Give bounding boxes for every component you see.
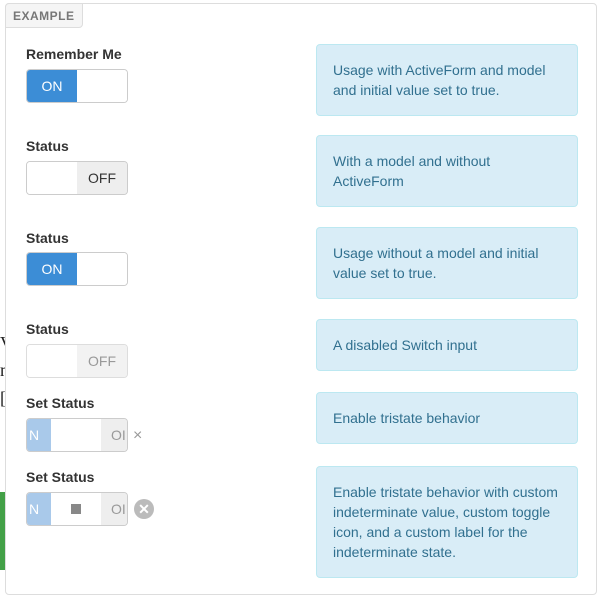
tristate-custom-switch[interactable]: N OI bbox=[26, 492, 128, 526]
tristate-switch[interactable]: N OI bbox=[26, 418, 128, 452]
close-circle-icon[interactable]: ✕ bbox=[134, 499, 154, 519]
note-no-model: Usage without a model and initial value … bbox=[316, 227, 578, 299]
switch-handle bbox=[51, 419, 101, 451]
disabled-status-switch: OFF bbox=[26, 344, 128, 378]
switch-handle bbox=[51, 493, 101, 525]
switch-off-segment: OI bbox=[101, 419, 127, 451]
stop-square-icon bbox=[71, 504, 81, 514]
switch-on-segment: N bbox=[27, 419, 53, 451]
switch-on-segment: ON bbox=[27, 253, 77, 285]
switch-on-segment: ON bbox=[27, 70, 77, 102]
switch-on-segment: N bbox=[27, 493, 53, 525]
remember-me-label: Remember Me bbox=[26, 46, 122, 62]
note-tristate-custom: Enable tristate behavior with custom ind… bbox=[316, 466, 578, 578]
example-tag: EXAMPLE bbox=[5, 3, 83, 28]
switch-handle bbox=[77, 70, 127, 102]
note-disabled-switch: A disabled Switch input bbox=[316, 319, 578, 371]
example-panel: EXAMPLE Remember Me ON Usage with Active… bbox=[5, 3, 597, 595]
switch-off-segment: OI bbox=[101, 493, 127, 525]
switch-handle bbox=[77, 253, 127, 285]
switch-handle bbox=[27, 162, 77, 194]
status-label: Status bbox=[26, 321, 69, 337]
switch-off-segment: OFF bbox=[77, 345, 127, 377]
set-status-label: Set Status bbox=[26, 469, 95, 485]
note-activeform-model: Usage with ActiveForm and model and init… bbox=[316, 44, 578, 116]
status-label: Status bbox=[26, 230, 69, 246]
note-tristate: Enable tristate behavior bbox=[316, 392, 578, 444]
switch-handle bbox=[27, 345, 77, 377]
status-label: Status bbox=[26, 138, 69, 154]
set-status-label: Set Status bbox=[26, 395, 95, 411]
close-icon[interactable]: × bbox=[133, 428, 142, 444]
status-switch[interactable]: OFF bbox=[26, 161, 128, 195]
note-model-no-activeform: With a model and without ActiveForm bbox=[316, 135, 578, 207]
status-switch[interactable]: ON bbox=[26, 252, 128, 286]
switch-off-segment: OFF bbox=[77, 162, 127, 194]
remember-me-switch[interactable]: ON bbox=[26, 69, 128, 103]
